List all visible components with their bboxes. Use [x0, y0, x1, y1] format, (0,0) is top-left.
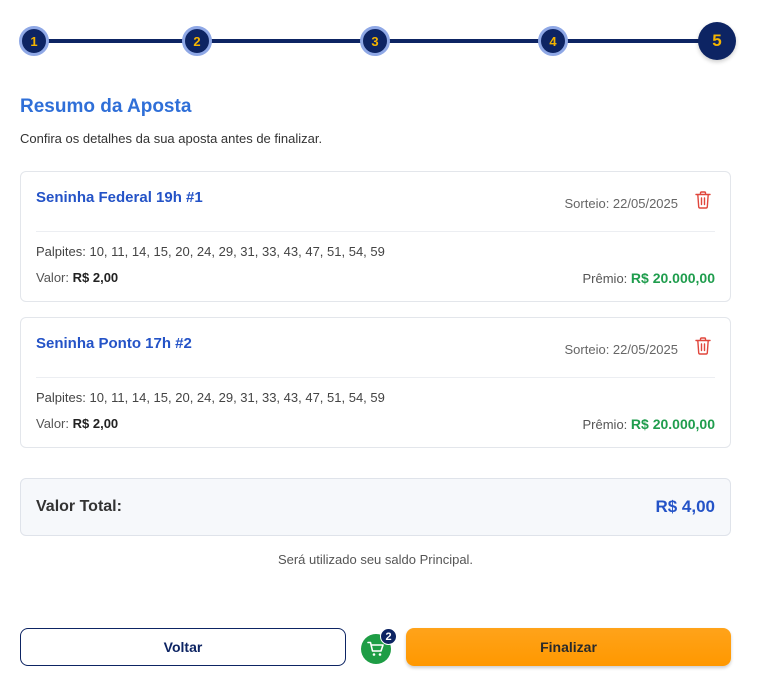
cart-button[interactable]: 2 [361, 628, 397, 664]
trash-icon[interactable] [695, 191, 711, 209]
bet-value-label: Valor: [36, 270, 69, 285]
draw-date: Sorteio: 22/05/2025 [564, 196, 678, 211]
card-divider [36, 231, 715, 232]
draw-date: Sorteio: 22/05/2025 [564, 342, 678, 357]
card-divider [36, 377, 715, 378]
bet-value: Valor: R$ 2,00 [36, 416, 118, 431]
bet-value-amount: R$ 2,00 [72, 270, 119, 285]
step-2[interactable]: 2 [182, 26, 212, 56]
bet-value-amount: R$ 2,00 [72, 416, 119, 431]
page-subtitle: Confira os detalhes da sua aposta antes … [20, 131, 323, 146]
bet-picks: Palpites: 10, 11, 14, 15, 20, 24, 29, 31… [36, 390, 385, 405]
bet-value: Valor: R$ 2,00 [36, 270, 118, 285]
bet-picks: Palpites: 10, 11, 14, 15, 20, 24, 29, 31… [36, 244, 385, 259]
cart-count-badge: 2 [380, 628, 397, 645]
back-button[interactable]: Voltar [20, 628, 346, 666]
total-label: Valor Total: [36, 498, 122, 515]
cart-icon [367, 641, 384, 656]
bet-prize: Prêmio: R$ 20.000,00 [583, 270, 716, 286]
bet-value-label: Valor: [36, 416, 69, 431]
finish-button[interactable]: Finalizar [406, 628, 731, 666]
total-amount: R$ 4,00 [655, 497, 715, 516]
step-4[interactable]: 4 [538, 26, 568, 56]
bet-prize-amount: R$ 20.000,00 [630, 416, 715, 432]
step-3[interactable]: 3 [360, 26, 390, 56]
bet-prize-label: Prêmio: [582, 271, 628, 286]
page-title: Resumo da Aposta [20, 96, 192, 117]
bet-card: Seninha Ponto 17h #2 Sorteio: 22/05/2025… [20, 317, 731, 448]
bet-prize-label: Prêmio: [582, 417, 628, 432]
bet-name: Seninha Federal 19h #1 [36, 189, 203, 206]
bet-prize: Prêmio: R$ 20.000,00 [583, 416, 716, 432]
balance-note: Será utilizado seu saldo Principal. [277, 552, 474, 567]
step-1[interactable]: 1 [19, 26, 49, 56]
bet-name: Seninha Ponto 17h #2 [36, 335, 192, 352]
bet-card: Seninha Federal 19h #1 Sorteio: 22/05/20… [20, 171, 731, 302]
step-5-active[interactable]: 5 [698, 22, 736, 60]
total-box: Valor Total: R$ 4,00 [20, 478, 731, 536]
trash-icon[interactable] [695, 337, 711, 355]
bet-prize-amount: R$ 20.000,00 [630, 270, 715, 286]
progress-stepper: 1 2 3 4 5 [19, 22, 736, 60]
